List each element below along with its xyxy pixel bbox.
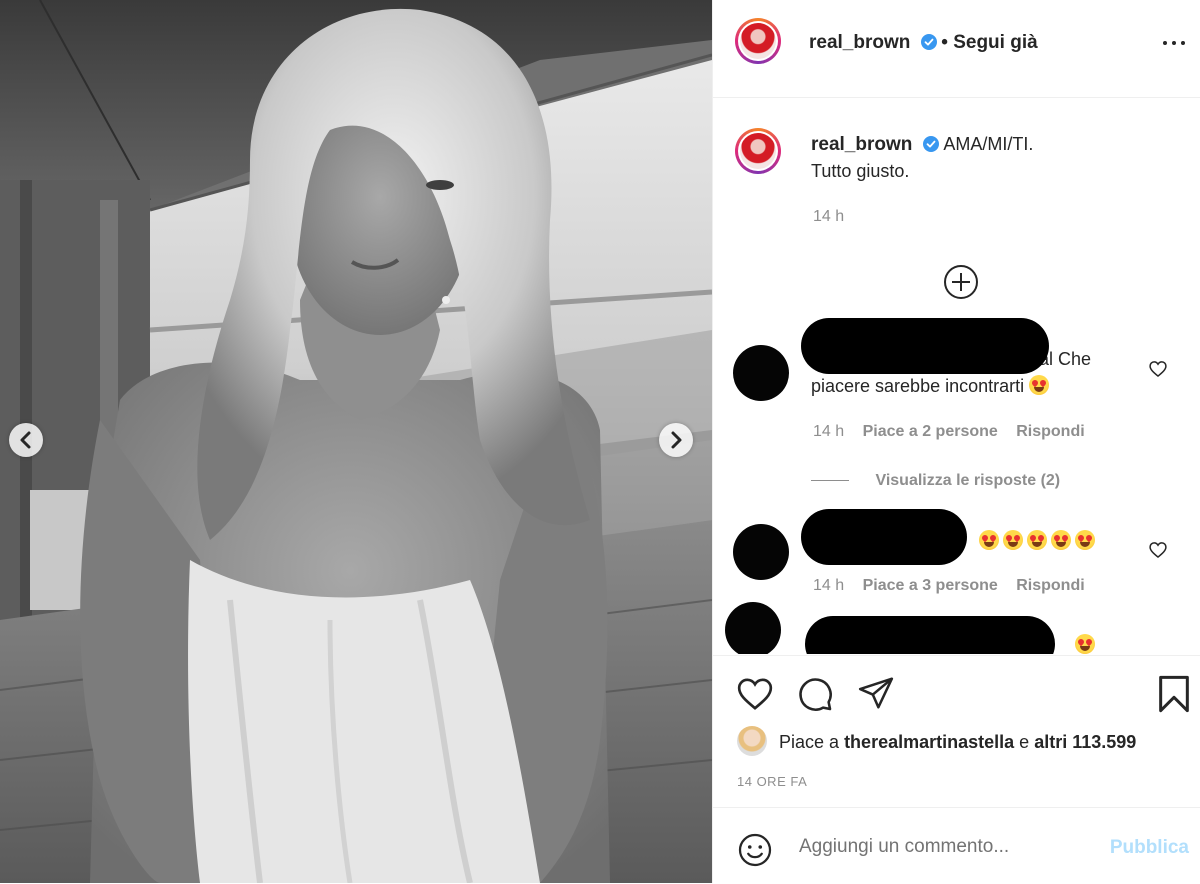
follow-status[interactable]: • Segui già [941,32,1037,53]
heart-eyes-emoji [979,530,999,550]
heart-eyes-emoji [1029,375,1050,395]
verified-icon [923,136,940,152]
redacted-username [801,318,1049,374]
add-comment-bar: Pubblica [713,807,1200,884]
caption-time: 14 h [813,208,845,225]
like-comment-2-heart-icon[interactable] [1148,540,1168,560]
likes-summary: Piace a therealmartinastella e altri 113… [779,732,1136,753]
comment-input[interactable] [797,832,1101,862]
add-circle-icon[interactable] [943,264,979,300]
emoji [1075,634,1095,654]
chevron-left-icon [20,431,31,449]
caption-text-line2: Tutto giusto. [811,161,910,181]
comment-1-text-line2: piacere sarebbe incontrarti [811,376,1025,396]
post-side-panel: real_brown • Segui già real_brown AMA/MI… [712,0,1200,883]
author-line: real_brown • Segui già [809,32,1038,54]
comment-1-meta: 14 h Piace a 2 persone Rispondi [813,423,1085,441]
likes-connector: e [1019,732,1030,752]
comment-3-avatar[interactable] [725,602,781,654]
caption: real_brown AMA/MI/TI. Tutto giusto. [811,131,1171,185]
heart-icon[interactable] [735,674,775,714]
likes-prefix: Piace a [779,732,840,752]
view-replies-label[interactable]: Visualizza le risposte (2) [875,472,1060,489]
post-photo-image [0,0,712,883]
comment-3 [713,596,1200,654]
heart-eyes-emoji [1075,530,1095,550]
likes-user[interactable]: therealmartinastella [844,732,1014,752]
chevron-right-icon [671,431,682,449]
post-timestamp[interactable]: 14 ORE FA [737,774,807,789]
verified-icon [920,34,937,50]
share-icon[interactable] [857,674,895,712]
caption-text-line1: AMA/MI/TI. [943,134,1034,154]
comment-1-likes[interactable]: Piace a 2 persone [863,423,998,440]
heart-eyes-emoji [1027,530,1047,550]
comment-2-meta: 14 h Piace a 3 persone Rispondi [813,577,1085,595]
comment-1-avatar[interactable] [733,345,789,401]
post-header: real_brown • Segui già [713,0,1200,98]
caption-avatar[interactable] [735,128,781,174]
emoji-icon[interactable] [737,832,773,868]
liker-avatar[interactable] [737,726,767,756]
comment-2-time: 14 h [813,577,845,594]
comment-icon[interactable] [796,675,834,713]
redacted-username [801,509,967,565]
bookmark-icon[interactable] [1157,674,1191,714]
publish-button[interactable]: Pubblica [1110,837,1189,859]
view-replies-button[interactable]: Visualizza le risposte (2) [811,472,1060,490]
comment-2-avatar[interactable] [733,524,789,580]
comment-2-reply-button[interactable]: Rispondi [1016,577,1084,594]
author-username[interactable]: real_brown [809,32,910,53]
like-comment-1-heart-icon[interactable] [1148,359,1168,379]
heart-eyes-emoji [1051,530,1071,550]
more-options-button[interactable] [1163,36,1189,50]
more-icon [1163,41,1167,45]
post-actions: Piace a therealmartinastella e altri 113… [713,655,1200,808]
comment-2-emojis [979,530,1099,552]
comment-1-time: 14 h [813,423,845,440]
next-photo-button[interactable] [659,423,693,457]
heart-eyes-emoji [1003,530,1023,550]
author-avatar[interactable] [735,18,781,64]
post-photo[interactable] [0,0,712,883]
previous-photo-button[interactable] [9,423,43,457]
replies-divider [811,480,849,482]
likes-others[interactable]: altri 113.599 [1034,732,1136,752]
redacted-username [805,616,1055,654]
comment-1-reply-button[interactable]: Rispondi [1016,423,1084,440]
comment-2-likes[interactable]: Piace a 3 persone [863,577,998,594]
caption-username[interactable]: real_brown [811,134,912,155]
